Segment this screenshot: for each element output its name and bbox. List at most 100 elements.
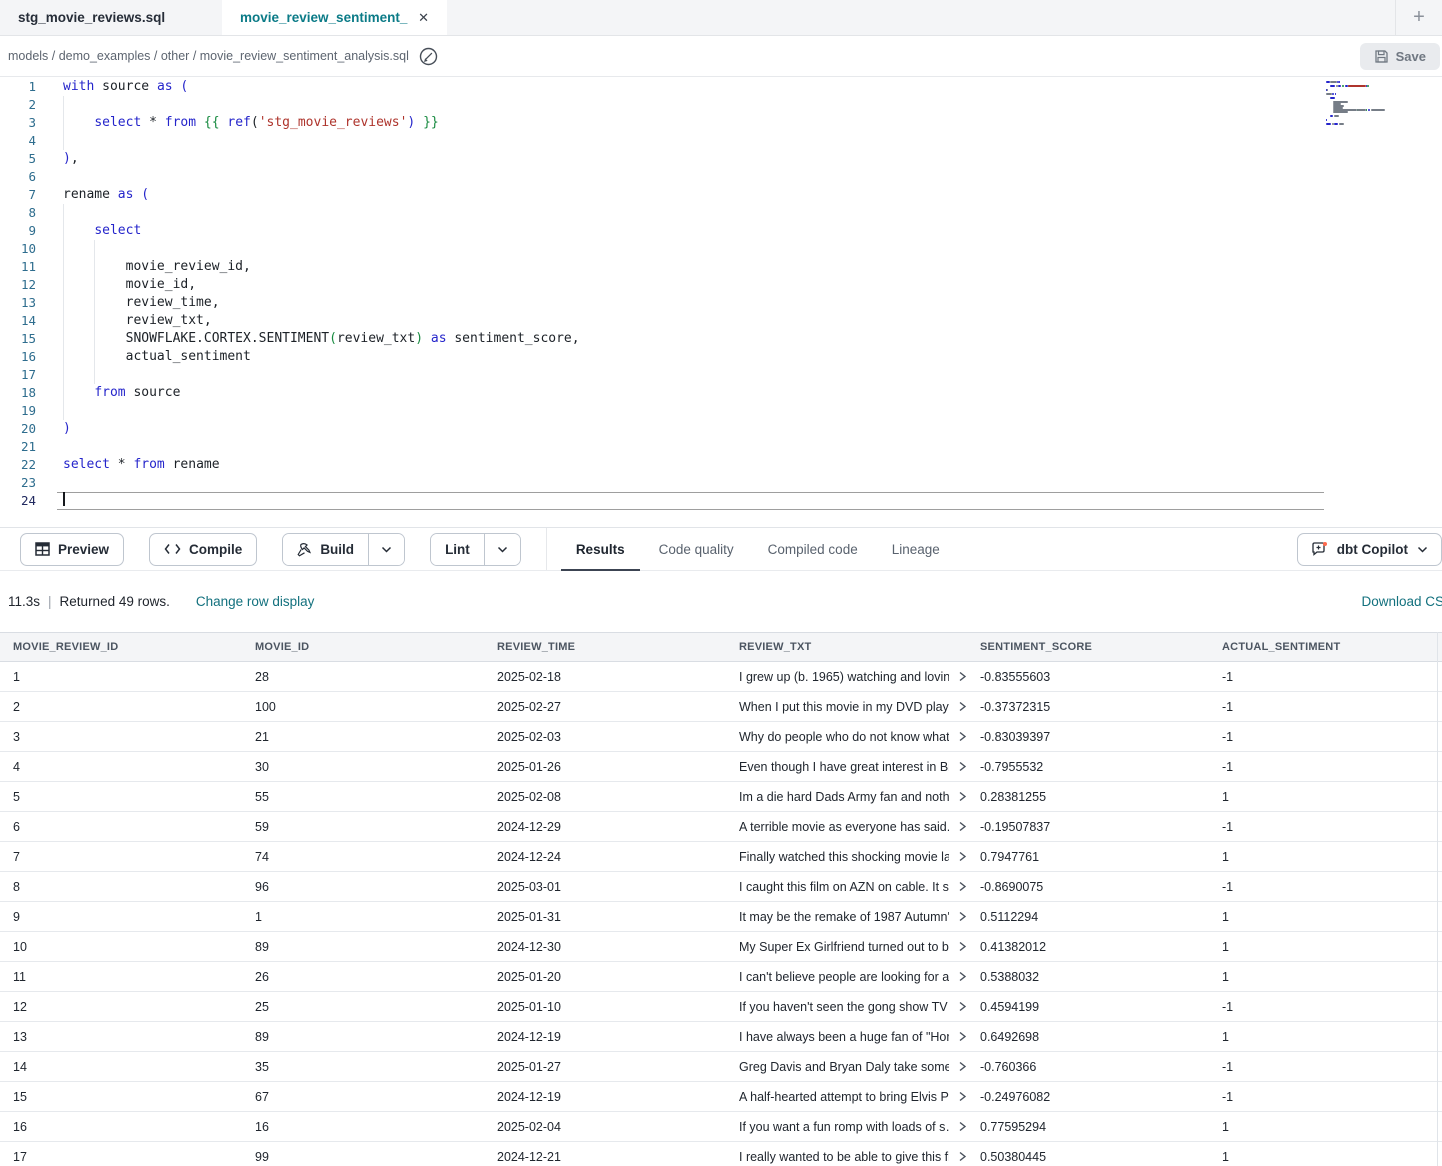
column-header-movie_review_id: MOVIE_REVIEW_ID bbox=[0, 641, 242, 653]
code-line: 16 actual_sentiment bbox=[0, 348, 1442, 366]
review-text: A half-hearted attempt to bring Elvis P… bbox=[739, 1090, 949, 1104]
cell-sentiment-score: -0.83039397 bbox=[967, 730, 1209, 744]
cell-sentiment-score: 0.41382012 bbox=[967, 940, 1209, 954]
expand-cell-icon[interactable] bbox=[958, 761, 967, 772]
expand-cell-icon[interactable] bbox=[958, 1121, 967, 1132]
code-token: source bbox=[126, 385, 181, 400]
cell-review-txt: It may be the remake of 1987 Autumn'… bbox=[726, 910, 967, 924]
expand-cell-icon[interactable] bbox=[958, 911, 967, 922]
code-line: 19 bbox=[0, 402, 1442, 420]
cell-actual-sentiment: 1 bbox=[1209, 1120, 1442, 1134]
expand-cell-icon[interactable] bbox=[958, 1061, 967, 1072]
code-line: 23 bbox=[0, 474, 1442, 492]
new-tab-button[interactable]: + bbox=[1395, 0, 1442, 35]
returned-rows-text: Returned 49 rows. bbox=[60, 594, 170, 609]
code-line: 9 select bbox=[0, 222, 1442, 240]
panel-tab-compiled-code[interactable]: Compiled code bbox=[751, 528, 875, 570]
cell-review-txt: If you haven't seen the gong show TV s… bbox=[726, 1000, 967, 1014]
table-row: 11262025-01-20I can't believe people are… bbox=[0, 962, 1442, 992]
download-csv-link[interactable]: Download CSV bbox=[1361, 594, 1442, 609]
cell-movie-id: 26 bbox=[242, 970, 484, 984]
line-number: 18 bbox=[0, 384, 36, 402]
cell-sentiment-score: 0.5388032 bbox=[967, 970, 1209, 984]
code-token: select bbox=[94, 223, 141, 238]
cell-movie-review-id: 1 bbox=[0, 670, 242, 684]
cell-review-time: 2025-02-18 bbox=[484, 670, 726, 684]
editor-tab-1[interactable]: movie_review_sentiment_...✕ bbox=[222, 0, 447, 35]
cell-review-txt: Even though I have great interest in Bi… bbox=[726, 760, 967, 774]
expand-cell-icon[interactable] bbox=[958, 1031, 967, 1042]
expand-cell-icon[interactable] bbox=[958, 1091, 967, 1102]
expand-cell-icon[interactable] bbox=[958, 941, 967, 952]
cell-actual-sentiment: 1 bbox=[1209, 790, 1442, 804]
preview-label: Preview bbox=[58, 542, 109, 557]
cell-movie-review-id: 17 bbox=[0, 1150, 242, 1164]
code-text bbox=[36, 96, 63, 114]
cell-review-time: 2024-12-29 bbox=[484, 820, 726, 834]
expand-cell-icon[interactable] bbox=[958, 791, 967, 802]
editor-minimap[interactable] bbox=[1326, 81, 1398, 129]
save-button[interactable]: Save bbox=[1360, 43, 1440, 70]
cell-movie-review-id: 3 bbox=[0, 730, 242, 744]
expand-cell-icon[interactable] bbox=[958, 851, 967, 862]
expand-cell-icon[interactable] bbox=[958, 971, 967, 982]
code-text bbox=[36, 474, 63, 492]
column-header-review_txt: REVIEW_TXT bbox=[726, 641, 967, 653]
cell-actual-sentiment: -1 bbox=[1209, 670, 1442, 684]
preview-button[interactable]: Preview bbox=[20, 533, 124, 566]
compile-button[interactable]: Compile bbox=[149, 533, 257, 566]
code-line: 1with source as ( bbox=[0, 78, 1442, 96]
expand-cell-icon[interactable] bbox=[958, 881, 967, 892]
panel-tab-code-quality[interactable]: Code quality bbox=[642, 528, 751, 570]
dbt-copilot-button[interactable]: dbt Copilot bbox=[1297, 533, 1442, 566]
save-icon bbox=[1374, 49, 1389, 64]
cell-review-time: 2024-12-19 bbox=[484, 1090, 726, 1104]
code-line: 18 from source bbox=[0, 384, 1442, 402]
lint-button[interactable]: Lint bbox=[431, 534, 484, 565]
build-button[interactable]: Build bbox=[283, 534, 368, 565]
tab-close-icon[interactable]: ✕ bbox=[418, 10, 429, 26]
code-token bbox=[63, 223, 94, 238]
code-token: review_time, bbox=[63, 295, 220, 310]
code-token: select bbox=[94, 115, 141, 130]
code-token: from bbox=[94, 385, 125, 400]
expand-cell-icon[interactable] bbox=[958, 1001, 967, 1012]
file-state-icon[interactable] bbox=[419, 47, 438, 66]
table-row: 1282025-02-18I grew up (b. 1965) watchin… bbox=[0, 662, 1442, 692]
expand-cell-icon[interactable] bbox=[958, 701, 967, 712]
code-line: 13 review_time, bbox=[0, 294, 1442, 312]
lint-dropdown-button[interactable] bbox=[484, 534, 520, 565]
cell-sentiment-score: 0.7947761 bbox=[967, 850, 1209, 864]
code-editor[interactable]: 1with source as (23 select * from {{ ref… bbox=[0, 77, 1442, 527]
minimap-token bbox=[1348, 85, 1365, 87]
panel-tab-results[interactable]: Results bbox=[559, 528, 642, 570]
build-dropdown-button[interactable] bbox=[368, 534, 404, 565]
change-row-display-link[interactable]: Change row display bbox=[196, 594, 315, 609]
cell-movie-review-id: 12 bbox=[0, 1000, 242, 1014]
minimap-token bbox=[1334, 115, 1339, 117]
breadcrumb: models / demo_examples / other / movie_r… bbox=[8, 49, 409, 63]
chevron-down-icon bbox=[381, 546, 392, 553]
table-icon bbox=[35, 542, 50, 556]
review-text: If you haven't seen the gong show TV s… bbox=[739, 1000, 949, 1014]
line-number: 4 bbox=[0, 132, 36, 150]
cell-movie-id: 74 bbox=[242, 850, 484, 864]
panel-tab-lineage[interactable]: Lineage bbox=[875, 528, 957, 570]
review-text: I caught this film on AZN on cable. It s… bbox=[739, 880, 949, 894]
expand-cell-icon[interactable] bbox=[958, 1151, 967, 1162]
expand-cell-icon[interactable] bbox=[958, 671, 967, 682]
cell-sentiment-score: 0.5112294 bbox=[967, 910, 1209, 924]
expand-cell-icon[interactable] bbox=[958, 731, 967, 742]
cell-movie-id: 25 bbox=[242, 1000, 484, 1014]
cell-review-txt: Finally watched this shocking movie la… bbox=[726, 850, 967, 864]
cell-movie-review-id: 5 bbox=[0, 790, 242, 804]
expand-cell-icon[interactable] bbox=[958, 821, 967, 832]
table-row: 13892024-12-19I have always been a huge … bbox=[0, 1022, 1442, 1052]
editor-tab-0[interactable]: stg_movie_reviews.sql bbox=[0, 0, 222, 35]
results-table-body: 1282025-02-18I grew up (b. 1965) watchin… bbox=[0, 662, 1442, 1166]
code-text bbox=[36, 168, 63, 186]
minimap-space bbox=[1326, 111, 1333, 113]
cell-movie-review-id: 6 bbox=[0, 820, 242, 834]
cell-review-txt: I can't believe people are looking for a… bbox=[726, 970, 967, 984]
review-text: I really wanted to be able to give this … bbox=[739, 1150, 949, 1164]
